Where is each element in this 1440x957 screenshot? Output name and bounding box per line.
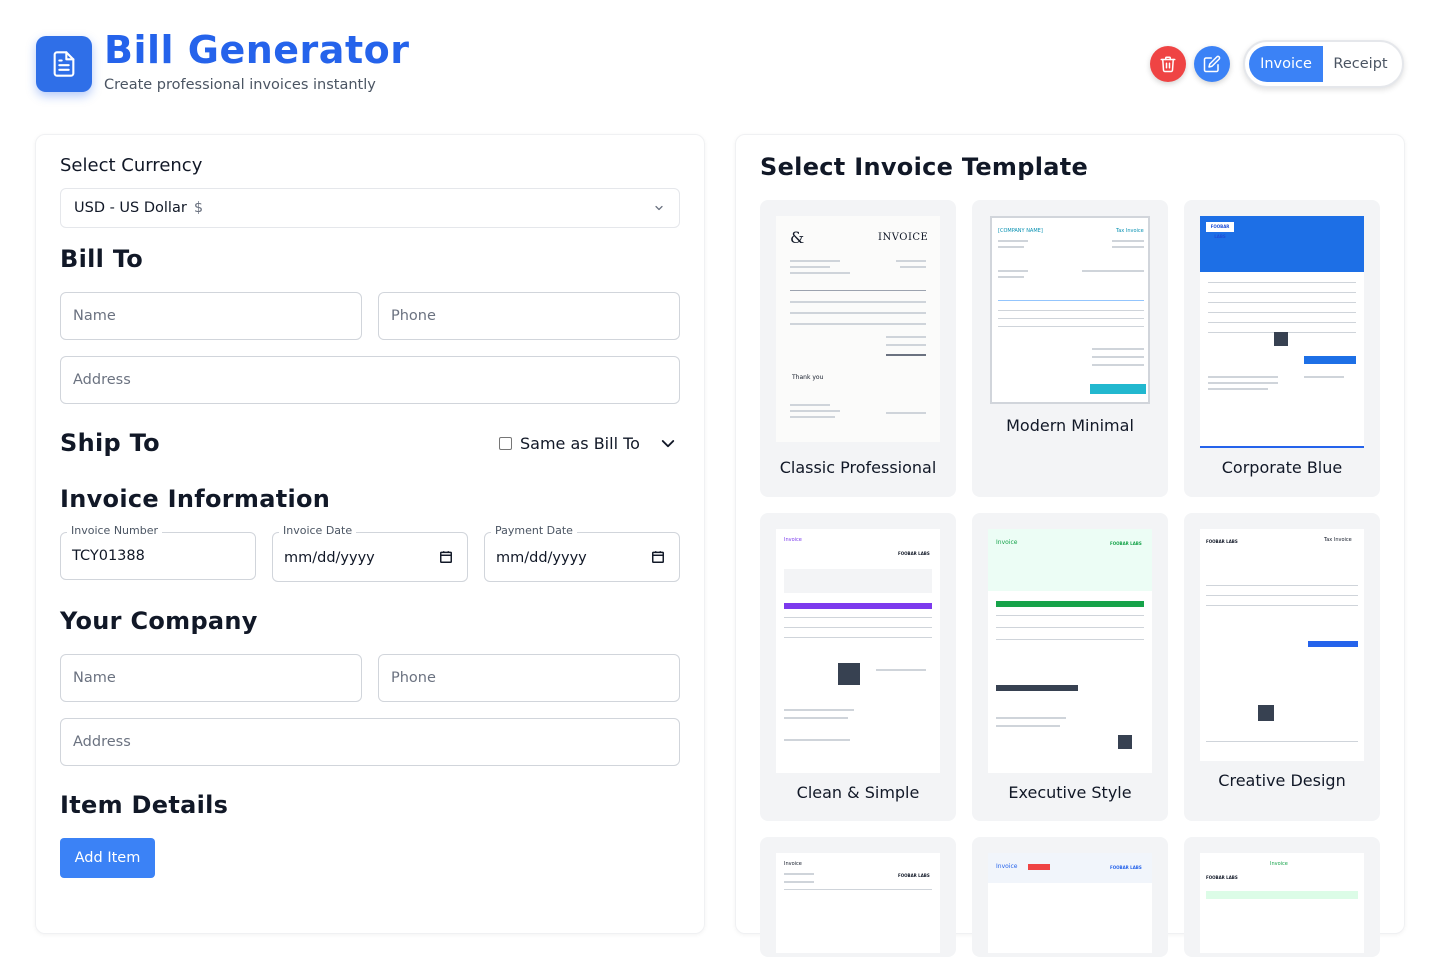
app-subtitle: Create professional invoices instantly — [104, 77, 376, 93]
same-as-bill-to[interactable]: Same as Bill To — [499, 434, 640, 453]
thumb-footer: Thank you — [792, 374, 824, 381]
template-thumbnail: FOOBAR LABS — [1200, 216, 1364, 448]
template-card-creative-design[interactable]: FOOBAR LABS Tax Invoice Creative Design — [1184, 513, 1380, 821]
invoice-number-value: TCY01388 — [72, 548, 145, 564]
payment-date-label: Payment Date — [491, 524, 577, 537]
template-name: Executive Style — [1008, 783, 1132, 802]
bill-to-name-input[interactable]: Name — [60, 292, 362, 340]
add-item-button[interactable]: Add Item — [60, 838, 155, 878]
your-company-title: Your Company — [60, 607, 258, 635]
currency-value: USD - US Dollar — [74, 200, 187, 216]
company-phone-input[interactable]: Phone — [378, 654, 680, 702]
currency-label: Select Currency — [60, 155, 203, 176]
thumb-logo: FOOBAR LABS — [898, 551, 930, 556]
thumb-heading: Invoice — [996, 863, 1018, 870]
thumb-heading: Invoice — [784, 537, 802, 543]
thumb-logo: FOOBAR LABS — [898, 873, 930, 878]
edit-button[interactable] — [1194, 46, 1230, 82]
template-thumbnail: Invoice FOOBAR LABS — [776, 529, 940, 773]
template-panel: Select Invoice Template & INVOICE Thank … — [735, 134, 1405, 957]
invoice-form-panel: Select Currency USD - US Dollar $ Bill T… — [35, 134, 705, 934]
template-name: Corporate Blue — [1221, 458, 1343, 477]
template-thumbnail: Invoice FOOBAR LABS — [988, 529, 1152, 773]
document-icon — [36, 36, 92, 92]
qr-code-icon — [838, 663, 860, 685]
template-thumbnail: FOOBAR LABS Tax Invoice — [1200, 529, 1364, 761]
thumb-logo: FOOBAR LABS — [1110, 541, 1142, 546]
delete-button[interactable] — [1150, 46, 1186, 82]
qr-code-icon — [1274, 332, 1288, 346]
qr-code-icon — [1118, 735, 1132, 749]
edit-icon — [1203, 55, 1221, 73]
invoice-number-label: Invoice Number — [67, 524, 163, 537]
template-thumbnail: Invoice FOOBAR LABS — [988, 853, 1152, 953]
company-name-input[interactable]: Name — [60, 654, 362, 702]
app-title: Bill Generator — [104, 28, 410, 72]
thumb-heading: Invoice — [996, 539, 1018, 546]
same-as-checkbox[interactable] — [499, 437, 512, 450]
bill-to-address-input[interactable]: Address — [60, 356, 680, 404]
template-thumbnail: Invoice FOOBAR LABS — [1200, 853, 1364, 953]
template-thumbnail: & INVOICE Thank you — [776, 216, 940, 442]
thumb-logo: FOOBAR LABS — [1206, 875, 1238, 880]
template-name: Classic Professional — [779, 458, 937, 477]
template-card[interactable]: Invoice FOOBAR LABS — [760, 837, 956, 957]
mode-toggle: Invoice Receipt — [1243, 40, 1404, 88]
template-thumbnail: [COMPANY NAME] Tax Invoice — [990, 216, 1150, 404]
company-address-input[interactable]: Address — [60, 718, 680, 766]
chevron-down-icon — [655, 205, 663, 211]
trash-icon — [1160, 56, 1176, 73]
thumb-heading: Tax Invoice — [1324, 537, 1352, 543]
template-thumbnail: Invoice FOOBAR LABS — [776, 853, 940, 953]
mode-receipt-option[interactable]: Receipt — [1323, 46, 1398, 82]
thumb-company: [COMPANY NAME] — [998, 228, 1043, 234]
mode-invoice-option[interactable]: Invoice — [1249, 46, 1323, 82]
template-name: Modern Minimal — [1006, 416, 1134, 435]
currency-symbol: $ — [193, 200, 204, 216]
template-card-executive-style[interactable]: Invoice FOOBAR LABS Executive Style — [972, 513, 1168, 821]
template-card-classic-professional[interactable]: & INVOICE Thank you Classic Professional — [760, 200, 956, 497]
calendar-icon[interactable] — [651, 550, 665, 564]
thumb-heading: Invoice — [1270, 861, 1288, 867]
calendar-icon[interactable] — [439, 550, 453, 564]
invoice-date-field[interactable]: Invoice Date mm/dd/yyyy — [272, 524, 468, 582]
payment-date-value: mm/dd/yyyy — [496, 550, 587, 566]
template-card[interactable]: Invoice FOOBAR LABS — [972, 837, 1168, 957]
bill-to-title: Bill To — [60, 245, 144, 273]
bill-to-phone-input[interactable]: Phone — [378, 292, 680, 340]
template-card-clean-simple[interactable]: Invoice FOOBAR LABS Clean & Simple — [760, 513, 956, 821]
thumb-heading: Invoice — [784, 861, 802, 867]
chevron-down-icon[interactable] — [659, 435, 677, 453]
payment-date-field[interactable]: Payment Date mm/dd/yyyy — [484, 524, 680, 582]
thumb-heading: INVOICE — [878, 232, 929, 243]
item-details-title: Item Details — [60, 791, 229, 819]
invoice-date-label: Invoice Date — [279, 524, 357, 537]
thumb-heading: Tax Invoice — [1116, 228, 1144, 234]
invoice-number-field[interactable]: Invoice Number TCY01388 — [60, 524, 256, 580]
thumb-logo: FOOBAR LABS — [1206, 539, 1238, 544]
same-as-label: Same as Bill To — [520, 434, 640, 453]
template-card-modern-minimal[interactable]: [COMPANY NAME] Tax Invoice Modern Minima… — [972, 200, 1168, 497]
invoice-date-value: mm/dd/yyyy — [284, 550, 375, 566]
qr-code-icon — [1258, 705, 1274, 721]
template-name: Creative Design — [1218, 771, 1346, 790]
ampersand-logo: & — [790, 228, 805, 247]
currency-select[interactable]: USD - US Dollar $ — [60, 188, 680, 228]
thumb-logo: FOOBAR LABS — [1110, 865, 1142, 870]
template-name: Clean & Simple — [796, 783, 920, 802]
invoice-info-title: Invoice Information — [60, 485, 331, 513]
ship-to-title: Ship To — [60, 429, 160, 457]
thumb-logo: FOOBAR LABS — [1206, 222, 1234, 239]
template-card-corporate-blue[interactable]: FOOBAR LABS Corporate Blue — [1184, 200, 1380, 497]
template-section-title: Select Invoice Template — [760, 153, 1089, 181]
app-header: Bill Generator Create professional invoi… — [0, 0, 1440, 130]
template-card[interactable]: Invoice FOOBAR LABS — [1184, 837, 1380, 957]
